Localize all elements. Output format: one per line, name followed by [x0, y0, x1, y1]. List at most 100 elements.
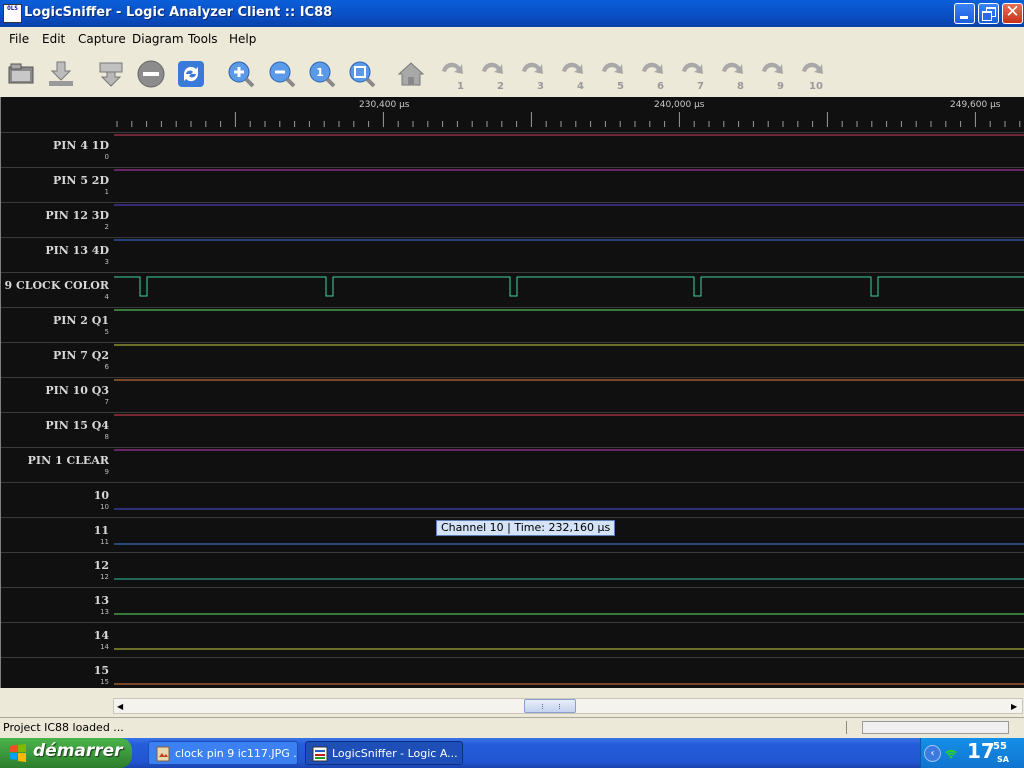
marker-10-icon[interactable]: 10	[798, 59, 828, 92]
marker-9-icon[interactable]: 9	[758, 59, 788, 92]
app-icon-text: OLS	[7, 5, 18, 12]
channel-label[interactable]: 13	[94, 594, 109, 607]
signal-waveforms	[114, 112, 1024, 685]
title-bar[interactable]: OLS LogicSniffer - Logic Analyzer Client…	[0, 0, 1024, 27]
minimize-button[interactable]	[954, 3, 975, 24]
channel-separator	[1, 552, 1024, 553]
menu-diagram[interactable]: Diagram	[132, 32, 184, 46]
taskbar: démarrer clock pin 9 ic117.JPG ... Logic…	[0, 738, 1024, 768]
marker-9-label: 9	[777, 81, 784, 92]
channel-separator	[1, 167, 1024, 168]
cancel-capture-icon[interactable]	[136, 59, 166, 89]
marker-3-icon[interactable]: 3	[518, 59, 548, 92]
window-title: LogicSniffer - Logic Analyzer Client :: …	[24, 5, 333, 20]
progress-bar	[862, 721, 1009, 734]
marker-4-icon[interactable]: 4	[558, 59, 588, 92]
channel-label[interactable]: PIN 1 CLEAR	[28, 454, 109, 467]
menu-file[interactable]: File	[9, 32, 29, 46]
channel-label[interactable]: PIN 9 CLOCK COLOR	[0, 279, 109, 292]
open-file-icon[interactable]	[6, 59, 36, 89]
channel-index: 6	[104, 363, 109, 371]
menu-bar: File Edit Capture Diagram Tools Help	[0, 27, 1024, 51]
app-icon[interactable]: OLS	[3, 4, 22, 23]
status-bar: Project IC88 loaded ...	[0, 717, 1024, 738]
taskbar-item-image-viewer[interactable]: clock pin 9 ic117.JPG ...	[148, 741, 298, 765]
channel-label[interactable]: 14	[94, 629, 109, 642]
channel-index: 7	[104, 398, 109, 406]
marker-2-icon[interactable]: 2	[478, 59, 508, 92]
svg-text:1: 1	[316, 66, 324, 79]
channel-label[interactable]: PIN 7 Q2	[53, 349, 109, 362]
marker-1-icon[interactable]: 1	[438, 59, 468, 92]
restore-icon-front	[982, 11, 992, 21]
clock-waveform	[114, 276, 1024, 297]
close-button[interactable]: ✕	[1002, 2, 1023, 24]
channel-separator	[1, 482, 1024, 483]
channel-label[interactable]: 10	[94, 489, 109, 502]
restore-button[interactable]	[978, 3, 999, 24]
channel-label[interactable]: PIN 10 Q3	[45, 384, 109, 397]
marker-2-label: 2	[497, 81, 504, 92]
channel-separator	[1, 342, 1024, 343]
go-to-trigger-icon[interactable]	[396, 59, 426, 89]
channel-separator	[1, 237, 1024, 238]
zoom-default-icon[interactable]: 1	[307, 59, 337, 89]
channel-index: 8	[104, 433, 109, 441]
channel-index: 9	[104, 468, 109, 476]
signal-display[interactable]: 230,400 µs 240,000 µs 249,600 µs PIN 4 1…	[0, 97, 1024, 688]
channel-time-tooltip: Channel 10 | Time: 232,160 µs	[436, 520, 616, 536]
marker-5-icon[interactable]: 5	[598, 59, 628, 92]
marker-3-label: 3	[537, 81, 544, 92]
marker-6-icon[interactable]: 6	[638, 59, 668, 92]
channel-label[interactable]: 11	[94, 524, 109, 537]
marker-7-label: 7	[697, 81, 704, 92]
channel-label[interactable]: PIN 12 3D	[45, 209, 109, 222]
marker-10-label: 10	[809, 81, 823, 92]
scroll-left-arrow-icon[interactable]: ◀	[117, 702, 123, 711]
channel-label[interactable]: 15	[94, 664, 109, 677]
menu-edit[interactable]: Edit	[42, 32, 65, 46]
wireless-network-icon[interactable]	[943, 745, 959, 761]
zoom-all-icon[interactable]	[347, 59, 377, 89]
menu-tools[interactable]: Tools	[188, 32, 218, 46]
channel-label[interactable]: PIN 4 1D	[53, 139, 109, 152]
save-icon[interactable]	[46, 59, 76, 89]
channel-label[interactable]: PIN 2 Q1	[53, 314, 109, 327]
channel-separator	[1, 202, 1024, 203]
taskbar-item-label: LogicSniffer - Logic A...	[332, 747, 458, 760]
ols-app-icon	[312, 746, 328, 762]
channel-index: 15	[100, 678, 109, 686]
close-icon: ✕	[1005, 2, 1020, 22]
channel-index: 12	[100, 573, 109, 581]
taskbar-item-logicsniffer[interactable]: LogicSniffer - Logic A...	[305, 741, 463, 765]
status-text: Project IC88 loaded ...	[3, 721, 124, 734]
repeat-capture-icon[interactable]	[176, 59, 206, 89]
clock-day: SA	[997, 755, 1009, 764]
status-divider	[846, 721, 847, 734]
channel-label[interactable]: 12	[94, 559, 109, 572]
zoom-out-icon[interactable]	[267, 59, 297, 89]
channel-label[interactable]: PIN 5 2D	[53, 174, 109, 187]
scroll-right-arrow-icon[interactable]: ▶	[1011, 702, 1017, 711]
marker-5-label: 5	[617, 81, 624, 92]
scrollbar-thumb[interactable]	[524, 699, 576, 713]
clock-hour[interactable]: 17	[967, 739, 995, 763]
show-hidden-icons-icon[interactable]: ‹	[924, 745, 941, 762]
channel-separator	[1, 447, 1024, 448]
menu-help[interactable]: Help	[229, 32, 256, 46]
channel-label[interactable]: PIN 13 4D	[45, 244, 109, 257]
marker-8-icon[interactable]: 8	[718, 59, 748, 92]
channel-index: 5	[104, 328, 109, 336]
channel-label[interactable]: PIN 15 Q4	[45, 419, 109, 432]
menu-capture[interactable]: Capture	[78, 32, 126, 46]
zoom-in-icon[interactable]	[226, 59, 256, 89]
taskbar-item-label: clock pin 9 ic117.JPG ...	[175, 747, 298, 760]
channel-index: 1	[104, 188, 109, 196]
channel-index: 11	[100, 538, 109, 546]
horizontal-scrollbar[interactable]: ◀ ▶	[113, 698, 1023, 714]
capture-icon[interactable]	[96, 59, 126, 89]
marker-7-icon[interactable]: 7	[678, 59, 708, 92]
channel-separator	[1, 377, 1024, 378]
toolbar: 1 1 2 3 4 5 6 7 8 9 10	[0, 51, 1024, 98]
start-button[interactable]: démarrer	[0, 738, 132, 768]
